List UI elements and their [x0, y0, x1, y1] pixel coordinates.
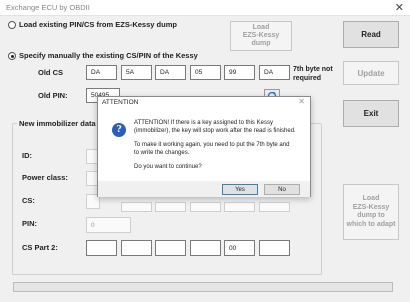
- load-adapt-line4: which to adapt: [346, 220, 396, 228]
- cs-field-2[interactable]: [121, 202, 152, 212]
- id-label: ID:: [22, 151, 32, 160]
- old-cs-byte-4[interactable]: 05: [190, 65, 221, 80]
- load-dump-button[interactable]: Load EZS-Kessy dump: [230, 21, 292, 51]
- attention-message-box: ATTENTION ✕ ? ATTENTION! If there is a k…: [97, 96, 311, 197]
- close-icon[interactable]: ✕: [395, 1, 404, 14]
- message-line-2: (immobilizer), the key will stop work af…: [134, 128, 296, 134]
- update-button[interactable]: Update: [343, 61, 399, 85]
- message-line-3: To make it working again, you need to pu…: [134, 142, 290, 148]
- load-dump-button-line2: EZS-Kessy: [242, 32, 280, 39]
- load-dump-button-line3: dump: [251, 40, 271, 47]
- power-class-label: Power class:: [22, 173, 68, 182]
- exit-button[interactable]: Exit: [343, 100, 399, 127]
- pin-field[interactable]: 0: [86, 217, 131, 233]
- load-adapt-line1: Load: [362, 195, 380, 202]
- cs-field-4[interactable]: [190, 202, 221, 212]
- old-cs-byte-2[interactable]: 5A: [121, 65, 152, 80]
- old-cs-byte-5[interactable]: 99: [224, 65, 255, 80]
- cs-part2-byte-1[interactable]: [86, 240, 117, 256]
- load-adapt-line2: EZS-Kessy: [352, 203, 390, 211]
- new-immobilizer-title: New immobilizer data: [17, 119, 98, 128]
- load-adapt-line3: dump to: [357, 212, 385, 219]
- window-title: Exchange ECU by OBDII: [6, 3, 90, 12]
- pin-label: PIN:: [22, 219, 37, 228]
- message-line-5: Do you want to continue?: [134, 164, 202, 170]
- old-cs-byte-6[interactable]: DA: [259, 65, 290, 80]
- radio-load-dump-label[interactable]: Load existing PIN/CS from EZS-Kessy dump: [19, 20, 177, 29]
- read-button[interactable]: Read: [343, 21, 399, 48]
- old-cs-byte-1[interactable]: DA: [86, 65, 117, 80]
- title-bar: Exchange ECU by OBDII ✕: [0, 0, 410, 16]
- load-dump-button-line1: Load: [252, 24, 270, 31]
- old-pin-label: Old PIN:: [38, 91, 68, 100]
- seventh-byte-note-line1: 7th byte not: [293, 66, 333, 73]
- cs-part2-byte-2[interactable]: [121, 240, 152, 256]
- radio-manual[interactable]: [8, 52, 16, 60]
- old-cs-byte-3[interactable]: DA: [155, 65, 186, 80]
- message-box-body: ? ATTENTION! If there is a key assigned …: [98, 108, 310, 181]
- old-cs-label: Old CS: [38, 68, 64, 77]
- radio-manual-label[interactable]: Specify manually the existing CS/PIN of …: [19, 51, 198, 60]
- yes-button[interactable]: Yes: [222, 184, 258, 195]
- radio-load-dump[interactable]: [8, 21, 16, 29]
- cs-part2-byte-6[interactable]: [259, 240, 290, 256]
- info-icon: ?: [112, 123, 126, 137]
- cs-part2-byte-3[interactable]: [155, 240, 186, 256]
- cs-field-6[interactable]: [259, 202, 290, 212]
- seventh-byte-note: 7th byte not required: [293, 65, 333, 83]
- load-adapt-button[interactable]: Load EZS-Kessy dump to which to adapt: [343, 184, 399, 240]
- cs-part2-byte-5[interactable]: 00: [224, 240, 255, 256]
- message-box-title: ATTENTION: [98, 97, 310, 108]
- cs-field-3[interactable]: [155, 202, 186, 212]
- cs-field-5[interactable]: [224, 202, 255, 212]
- cs-label: CS:: [22, 196, 35, 205]
- no-button[interactable]: No: [264, 184, 300, 195]
- message-box-close-icon[interactable]: ✕: [298, 97, 305, 106]
- message-line-4: to write the changes.: [134, 150, 190, 156]
- message-box-footer: Yes No: [98, 181, 310, 197]
- cs-part2-label: CS Part 2:: [22, 243, 58, 252]
- progress-bar: [13, 282, 393, 292]
- cs-part2-byte-4[interactable]: [190, 240, 221, 256]
- seventh-byte-note-line2: required: [293, 75, 322, 82]
- message-line-1: ATTENTION! If there is a key assigned to…: [134, 120, 273, 126]
